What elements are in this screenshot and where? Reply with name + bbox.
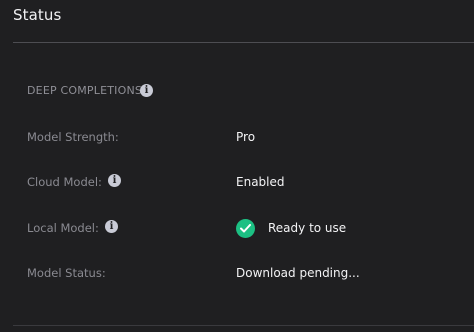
info-icon[interactable]: i (105, 220, 118, 233)
cloud-model-value: Enabled (236, 175, 285, 189)
header-divider (13, 42, 474, 43)
page-title: Status (13, 6, 62, 24)
footer-divider (13, 325, 474, 326)
section-label-deep-completions: DEEP COMPLETIONS (27, 84, 143, 97)
model-status-label: Model Status: (27, 266, 106, 280)
local-model-value: Ready to use (268, 221, 347, 235)
info-icon[interactable]: i (140, 84, 153, 97)
local-model-label: Local Model: (27, 221, 99, 235)
model-strength-value: Pro (236, 130, 256, 144)
info-icon[interactable]: i (108, 174, 121, 187)
check-circle-icon (236, 219, 255, 238)
model-status-value: Download pending... (236, 266, 360, 280)
cloud-model-label: Cloud Model: (27, 175, 102, 189)
status-panel: Status DEEP COMPLETIONS i Model Strength… (0, 0, 474, 332)
model-strength-label: Model Strength: (27, 130, 119, 144)
